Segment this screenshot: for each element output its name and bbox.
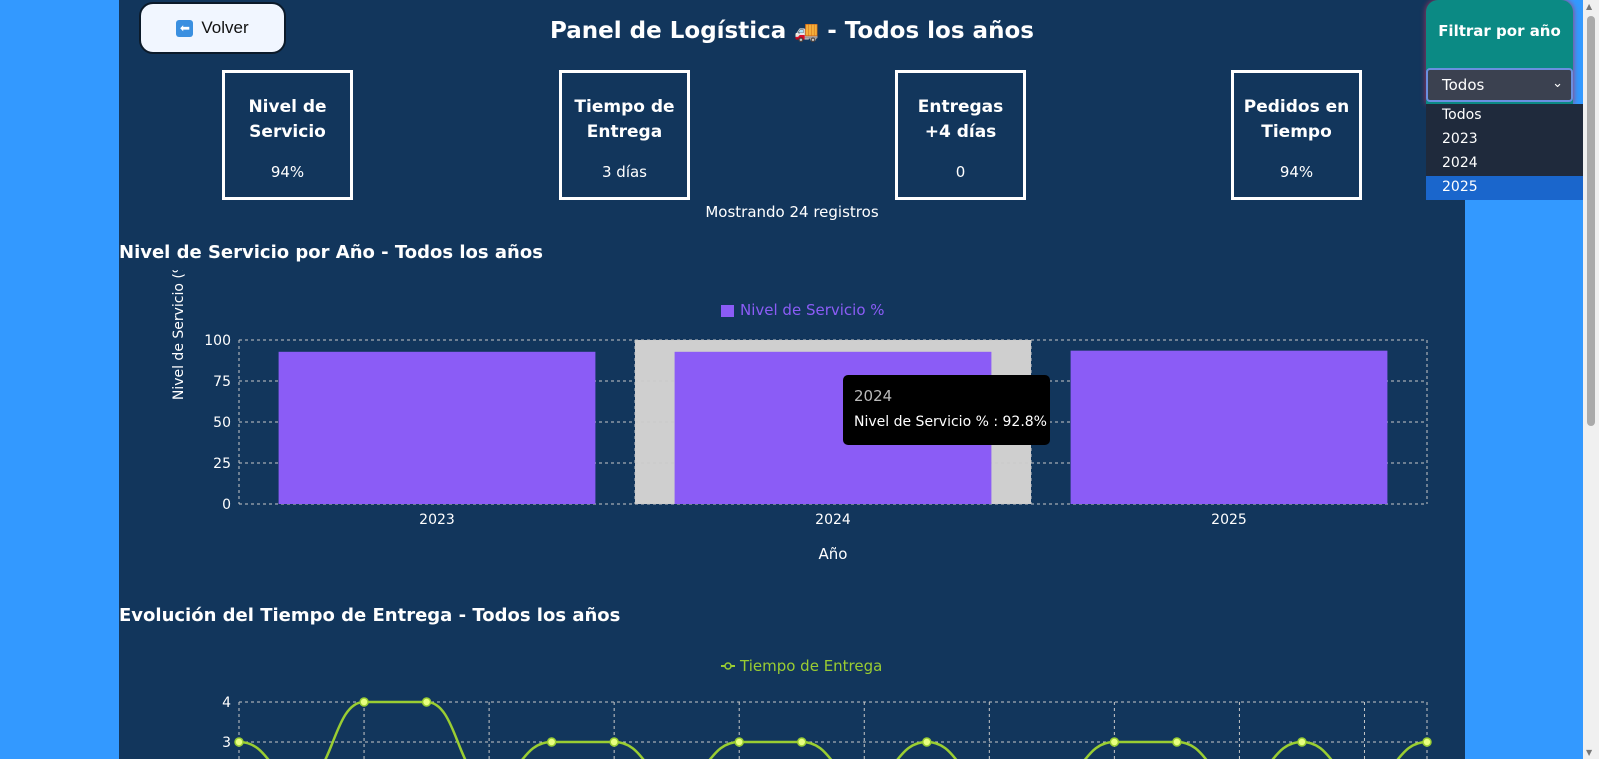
x-axis-label: Año xyxy=(819,545,848,563)
data-point xyxy=(1109,737,1120,747)
filter-title: Filtrar por año xyxy=(1438,22,1561,40)
truck-icon: 🚚 xyxy=(794,19,820,43)
year-option-2023[interactable]: 2023 xyxy=(1426,128,1583,152)
bar xyxy=(1070,350,1388,504)
data-point xyxy=(796,737,807,747)
y-axis-label: Nivel de Servicio (% xyxy=(171,270,187,400)
tooltip-value: Nivel de Servicio % : 92.8% xyxy=(854,414,1047,430)
year-option-todos[interactable]: Todos xyxy=(1426,104,1583,128)
kpi-card-nivel-servicio: Nivel de Servicio 94% xyxy=(222,70,353,200)
y-tick-label: 75 xyxy=(213,374,231,390)
y-tick-label: 50 xyxy=(213,415,231,431)
year-option-2025[interactable]: 2025 xyxy=(1426,176,1583,200)
delivery-time-line-chart: Tiempo de Entrega 3 4 xyxy=(222,657,1432,759)
data-point xyxy=(421,697,432,707)
year-select[interactable]: Todos ⌄ xyxy=(1426,68,1573,102)
data-point xyxy=(734,737,744,747)
legend-label: Nivel de Servicio % xyxy=(740,301,885,319)
series-line xyxy=(238,700,1428,759)
bar xyxy=(278,351,596,504)
legend-marker xyxy=(724,662,732,670)
legend-swatch xyxy=(721,305,734,317)
data-point xyxy=(546,737,557,747)
scroll-up-icon[interactable]: ▲ xyxy=(1586,2,1592,11)
data-point xyxy=(609,737,619,747)
records-count: Mostrando 24 registros xyxy=(705,203,879,221)
kpi-value: 94% xyxy=(1279,163,1314,181)
page-scrollbar[interactable]: ▲ ▼ xyxy=(1583,0,1599,759)
filter-sidebar: Filtrar por año Todos ⌄ xyxy=(1426,0,1573,104)
kpi-label: Entregas +4 días xyxy=(917,97,1004,142)
dashboard-panel: ⬅ Volver Panel de Logística 🚚 - Todos lo… xyxy=(119,0,1465,759)
x-tick-label: 2024 xyxy=(815,512,851,528)
tooltip-box xyxy=(843,375,1050,445)
data-point xyxy=(1297,737,1307,747)
page-title: Panel de Logística 🚚 - Todos los años xyxy=(119,18,1465,44)
legend-label: Tiempo de Entrega xyxy=(739,657,882,675)
kpi-value: 0 xyxy=(955,163,966,181)
data-point xyxy=(234,737,244,747)
tooltip-title: 2024 xyxy=(854,387,892,405)
kpi-label: Pedidos en Tiempo xyxy=(1243,97,1350,142)
line-chart-title: Evolución del Tiempo de Entrega - Todos … xyxy=(119,605,621,626)
page-title-suffix: - Todos los años xyxy=(827,18,1034,44)
year-select-value: Todos xyxy=(1442,76,1485,94)
scrollbar-thumb[interactable] xyxy=(1587,16,1595,426)
y-tick-label: 4 xyxy=(222,695,231,711)
data-point xyxy=(1422,737,1432,747)
kpi-value: 94% xyxy=(270,163,305,181)
kpi-label: Tiempo de Entrega xyxy=(574,97,675,142)
y-tick-label: 100 xyxy=(204,333,231,349)
year-dropdown: Todos 2023 2024 2025 xyxy=(1426,104,1583,200)
data-point xyxy=(922,737,932,747)
y-tick-label: 0 xyxy=(222,497,231,513)
kpi-card-tiempo-entrega: Tiempo de Entrega 3 días xyxy=(559,70,690,200)
page-title-text: Panel de Logística xyxy=(550,18,787,44)
x-tick-label: 2025 xyxy=(1211,512,1247,528)
kpi-card-entregas-4-dias: Entregas +4 días 0 xyxy=(895,70,1026,200)
service-level-bar-chart: Nivel de Servicio % 0 25 50 75 100 2023 2024 202… xyxy=(171,270,1428,563)
y-tick-label: 3 xyxy=(222,735,231,751)
x-tick-label: 2023 xyxy=(419,512,455,528)
bar-chart-title: Nivel de Servicio por Año - Todos los añ… xyxy=(119,242,543,263)
year-option-2024[interactable]: 2024 xyxy=(1426,152,1583,176)
kpi-value: 3 días xyxy=(601,163,647,181)
y-tick-label: 25 xyxy=(213,456,231,472)
kpi-card-pedidos-tiempo: Pedidos en Tiempo 94% xyxy=(1231,70,1362,200)
kpi-label: Nivel de Servicio xyxy=(248,97,327,142)
data-point xyxy=(1172,737,1182,747)
scroll-down-icon[interactable]: ▼ xyxy=(1586,748,1592,757)
data-point xyxy=(359,697,369,707)
chevron-down-icon: ⌄ xyxy=(1552,76,1563,91)
